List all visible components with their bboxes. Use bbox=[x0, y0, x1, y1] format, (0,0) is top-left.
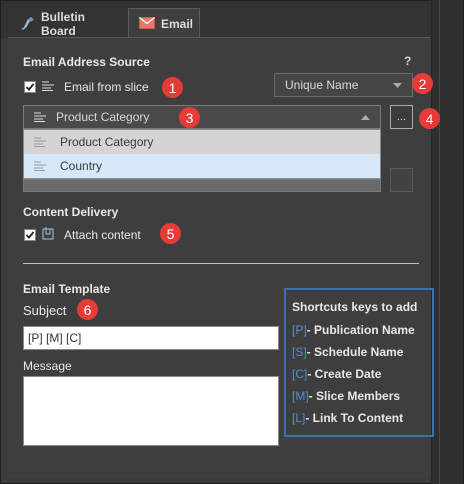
section-divider bbox=[23, 263, 419, 264]
more-options-button[interactable]: ... bbox=[390, 105, 413, 129]
email-settings-panel: Email Address Source ? Email from slice … bbox=[8, 38, 440, 478]
badge-4: 4 bbox=[419, 108, 440, 129]
list-item-highlighted[interactable]: Country bbox=[24, 154, 380, 178]
list-lines-icon bbox=[34, 137, 46, 147]
slice-column-dropdown[interactable]: Product Category bbox=[23, 105, 381, 129]
checkmark-icon bbox=[25, 230, 35, 239]
chevron-up-icon bbox=[361, 110, 370, 124]
attach-content-row: Attach content bbox=[24, 226, 141, 243]
shortcuts-box: Shortcuts keys to add [P]- Publication N… bbox=[284, 288, 434, 437]
email-address-source-title: Email Address Source bbox=[23, 55, 150, 69]
attachment-icon bbox=[42, 226, 54, 243]
badge-1: 1 bbox=[162, 77, 183, 98]
shortcuts-title: Shortcuts keys to add bbox=[292, 300, 418, 314]
tab-bulletin-board-label: Bulletin Board bbox=[41, 10, 85, 38]
chevron-down-icon bbox=[393, 78, 402, 92]
badge-3: 3 bbox=[179, 107, 200, 128]
message-textarea[interactable] bbox=[23, 376, 279, 446]
email-from-slice-row: Email from slice bbox=[24, 80, 149, 94]
disabled-more-button bbox=[390, 168, 413, 192]
slice-column-dropdown-value: Product Category bbox=[56, 110, 150, 124]
email-from-slice-label: Email from slice bbox=[64, 80, 149, 94]
email-template-title: Email Template bbox=[23, 282, 111, 296]
unique-name-dropdown[interactable]: Unique Name bbox=[274, 73, 413, 97]
column-options-list: Product Category Country bbox=[23, 129, 381, 179]
subject-input[interactable]: [P] [M] [C] bbox=[23, 326, 279, 350]
right-panel-strip bbox=[431, 0, 463, 484]
badge-5: 5 bbox=[160, 223, 181, 244]
list-lines-icon bbox=[42, 80, 54, 94]
shortcut-item: [P]- Publication Name bbox=[292, 323, 415, 337]
help-icon[interactable]: ? bbox=[404, 54, 411, 68]
content-delivery-title: Content Delivery bbox=[23, 205, 119, 219]
shortcut-item: [S]- Schedule Name bbox=[292, 345, 404, 359]
list-lines-icon bbox=[34, 112, 46, 122]
shortcut-item: [L]- Link To Content bbox=[292, 411, 404, 425]
shortcut-item: [M]- Slice Members bbox=[292, 389, 401, 403]
tab-email[interactable]: Email bbox=[128, 8, 200, 39]
dimmed-second-dropdown bbox=[23, 179, 381, 192]
attach-content-label: Attach content bbox=[64, 227, 141, 242]
badge-2: 2 bbox=[412, 73, 433, 94]
unique-name-dropdown-value: Unique Name bbox=[285, 78, 359, 92]
message-label: Message bbox=[23, 359, 72, 373]
attach-content-checkbox[interactable] bbox=[24, 228, 36, 241]
tab-bulletin-board[interactable]: Bulletin Board bbox=[11, 9, 126, 39]
list-item[interactable]: Product Category bbox=[24, 130, 380, 154]
badge-6: 6 bbox=[77, 299, 98, 320]
list-item-label: Country bbox=[60, 159, 103, 173]
tab-bar: Bulletin Board Email bbox=[1, 1, 431, 39]
list-lines-icon bbox=[34, 161, 46, 171]
subject-label: Subject bbox=[23, 303, 67, 318]
checkmark-icon bbox=[25, 83, 35, 91]
bulletin-board-icon bbox=[21, 16, 35, 33]
shortcut-item: [C]- Create Date bbox=[292, 367, 382, 381]
envelope-icon bbox=[139, 16, 155, 32]
tab-email-label: Email bbox=[161, 17, 194, 31]
email-from-slice-checkbox[interactable] bbox=[24, 81, 36, 93]
list-item-label: Product Category bbox=[60, 135, 154, 149]
